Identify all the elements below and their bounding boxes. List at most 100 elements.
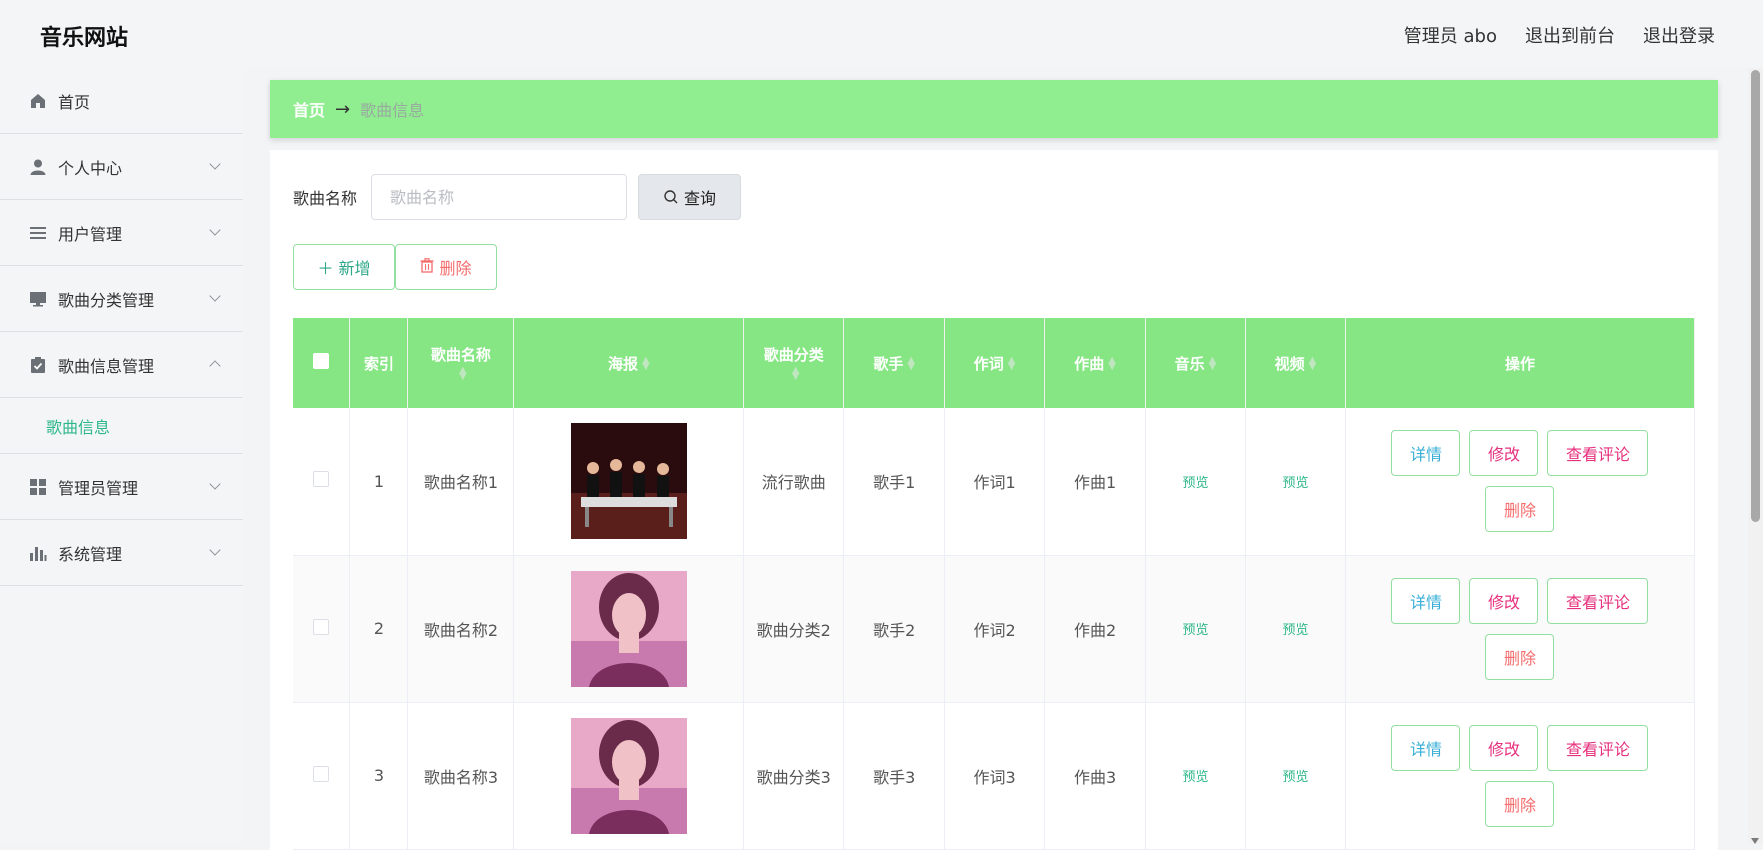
singer-cell: 歌手2: [843, 555, 946, 703]
column-header-video[interactable]: 视频 ▲ ▼: [1245, 318, 1346, 408]
sidebar-item-label: 管理员管理: [58, 478, 139, 498]
detail-button[interactable]: 详情: [1391, 724, 1461, 771]
select-all-checkbox[interactable]: [313, 353, 330, 369]
index-cell: 2: [349, 555, 409, 703]
column-header-index: 索引: [349, 318, 409, 408]
column-header-lyricist[interactable]: 作词 ▲ ▼: [944, 318, 1046, 408]
query-button-label: 查询: [684, 189, 717, 208]
column-header-label: 音乐: [1174, 354, 1205, 373]
table-row: 1 歌曲名称1 流行歌曲 歌手1 作词1 作曲1 预览 预览 详情 修改 查看评…: [293, 408, 1696, 556]
sort-icon[interactable]: ▲ ▼: [1108, 356, 1116, 372]
detail-button[interactable]: 详情: [1391, 577, 1461, 624]
song-name-cell: 歌曲名称3: [407, 702, 515, 850]
view-comments-button[interactable]: 查看评论: [1547, 577, 1649, 624]
sort-icon[interactable]: ▲ ▼: [907, 356, 915, 372]
actions-cell: 详情 修改 查看评论 删除: [1345, 702, 1696, 850]
search-bar: 歌曲名称 查询: [293, 174, 742, 220]
sidebar-item-song-category-management[interactable]: 歌曲分类管理: [0, 266, 243, 332]
page-scrollbar[interactable]: [1748, 68, 1763, 844]
chevron-down-icon: [209, 158, 221, 170]
batch-delete-button-label: 删除: [439, 259, 472, 278]
sort-icon[interactable]: ▲ ▼: [459, 366, 467, 382]
row-checkbox[interactable]: [313, 765, 330, 782]
scrollbar-thumb[interactable]: [1751, 70, 1760, 522]
scroll-down-arrow-icon[interactable]: [1751, 838, 1759, 844]
composer-cell: 作曲1: [1044, 408, 1147, 556]
column-header-label: 作词: [973, 354, 1004, 373]
content-panel: 歌曲名称 查询 ＋ 新增 删除: [270, 150, 1718, 850]
add-button[interactable]: ＋ 新增: [293, 244, 395, 290]
sort-icon[interactable]: ▲ ▼: [1309, 356, 1317, 372]
sidebar-subitem-song-info[interactable]: 歌曲信息: [0, 398, 243, 454]
column-header-song-name[interactable]: 歌曲名称 ▲ ▼: [407, 318, 515, 408]
batch-delete-button[interactable]: 删除: [395, 244, 497, 290]
column-header-label: 索引: [363, 354, 394, 373]
action-bar: ＋ 新增 删除: [293, 244, 497, 290]
row-checkbox[interactable]: [313, 471, 330, 488]
row-delete-button[interactable]: 删除: [1485, 486, 1555, 533]
column-header-category[interactable]: 歌曲分类 ▲ ▼: [743, 318, 845, 408]
column-header-label: 歌曲名称: [430, 345, 491, 364]
column-header-actions: 操作: [1345, 318, 1696, 408]
sidebar-item-home[interactable]: 首页: [0, 68, 243, 134]
composer-cell: 作曲3: [1044, 702, 1147, 850]
edit-button[interactable]: 修改: [1469, 724, 1539, 771]
logout-link[interactable]: 退出登录: [1643, 22, 1715, 48]
sort-icon[interactable]: ▲ ▼: [642, 356, 650, 372]
actions-cell: 详情 修改 查看评论 删除: [1345, 555, 1696, 703]
sidebar-item-song-info-management[interactable]: 歌曲信息管理: [0, 332, 243, 398]
column-header-composer[interactable]: 作曲 ▲ ▼: [1044, 318, 1147, 408]
plus-icon: ＋: [317, 259, 334, 278]
chevron-up-icon: [209, 360, 221, 372]
sidebar-item-system-management[interactable]: 系统管理: [0, 520, 243, 586]
add-button-label: 新增: [338, 259, 371, 278]
column-header-label: 视频: [1274, 354, 1305, 373]
exit-to-front-link[interactable]: 退出到前台: [1525, 22, 1615, 48]
poster-image-drummers[interactable]: [570, 423, 687, 540]
column-header-poster[interactable]: 海报 ▲ ▼: [513, 318, 745, 408]
poster-image-singer[interactable]: [570, 570, 687, 687]
edit-button[interactable]: 修改: [1469, 430, 1539, 477]
actions-cell: 详情 修改 查看评论 删除: [1345, 408, 1696, 556]
category-cell: 歌曲分类3: [743, 702, 845, 850]
music-preview-link[interactable]: 预览: [1183, 476, 1209, 491]
trash-icon: [420, 257, 434, 277]
video-preview-link[interactable]: 预览: [1282, 623, 1308, 638]
sidebar-item-admin-management[interactable]: 管理员管理: [0, 454, 243, 520]
sort-icon[interactable]: ▲ ▼: [1209, 356, 1217, 372]
video-preview-link[interactable]: 预览: [1282, 476, 1308, 491]
top-bar: 音乐网站 管理员 abo 退出到前台 退出登录: [0, 0, 1763, 68]
song-table: 索引 歌曲名称 ▲ ▼ 海报 ▲ ▼ 歌曲分类 ▲ ▼ 歌手 ▲ ▼ 作词 ▲ ▼ 作曲 ▲ ▼ 音乐 ▲…: [293, 318, 1696, 850]
category-cell: 流行歌曲: [743, 408, 845, 556]
view-comments-button[interactable]: 查看评论: [1547, 430, 1649, 477]
breadcrumb-home[interactable]: 首页: [293, 97, 325, 121]
column-header-singer[interactable]: 歌手 ▲ ▼: [843, 318, 946, 408]
music-preview-link[interactable]: 预览: [1183, 770, 1209, 785]
row-delete-button[interactable]: 删除: [1485, 780, 1555, 827]
poster-cell: [513, 702, 745, 850]
edit-button[interactable]: 修改: [1469, 577, 1539, 624]
index-cell: 1: [349, 408, 409, 556]
user-icon: [28, 157, 48, 177]
query-button[interactable]: 查询: [638, 174, 742, 220]
row-checkbox-cell: [293, 408, 351, 556]
music-cell: 预览: [1145, 555, 1246, 703]
music-preview-link[interactable]: 预览: [1183, 623, 1209, 638]
row-checkbox[interactable]: [313, 618, 330, 635]
sidebar-item-personal-center[interactable]: 个人中心: [0, 134, 243, 200]
detail-button[interactable]: 详情: [1391, 430, 1461, 477]
sidebar-item-user-management[interactable]: 用户管理: [0, 200, 243, 266]
bar-chart-icon: [28, 543, 48, 563]
song-name-search-input[interactable]: [371, 174, 628, 220]
app-title: 音乐网站: [40, 26, 129, 51]
admin-user-label[interactable]: 管理员 abo: [1404, 22, 1497, 48]
top-links: 管理员 abo 退出到前台 退出登录: [1404, 22, 1715, 48]
view-comments-button[interactable]: 查看评论: [1547, 724, 1649, 771]
sort-icon[interactable]: ▲ ▼: [792, 366, 800, 382]
video-preview-link[interactable]: 预览: [1282, 770, 1308, 785]
poster-image-singer[interactable]: [570, 717, 687, 834]
lyricist-cell: 作词1: [944, 408, 1046, 556]
column-header-music[interactable]: 音乐 ▲ ▼: [1145, 318, 1246, 408]
row-delete-button[interactable]: 删除: [1485, 633, 1555, 680]
sort-icon[interactable]: ▲ ▼: [1008, 356, 1016, 372]
